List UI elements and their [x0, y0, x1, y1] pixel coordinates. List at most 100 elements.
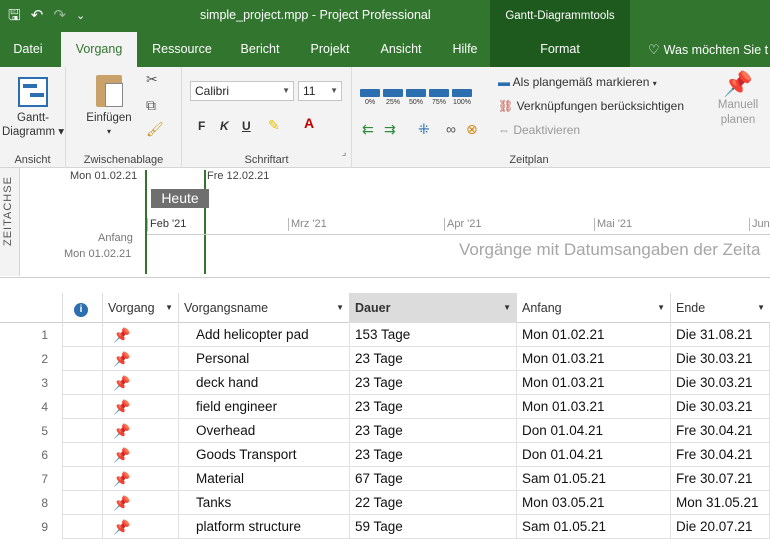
chevron-down-icon[interactable]: ▼ — [657, 293, 665, 323]
row-indicator[interactable] — [63, 443, 103, 467]
pct-0-button[interactable]: 0% — [360, 89, 380, 106]
row-task-name[interactable]: Personal — [179, 347, 350, 371]
row-finish[interactable]: Fre 30.04.21 — [671, 443, 770, 467]
row-task-name[interactable]: deck hand — [179, 371, 350, 395]
row-duration[interactable]: 59 Tage — [350, 515, 517, 539]
pct-100-button[interactable]: 100% — [452, 89, 472, 106]
manual-schedule-button[interactable]: 📌 Manuell planen — [706, 73, 770, 128]
header-finish[interactable]: Ende ▼ — [671, 293, 770, 323]
row-indicator[interactable] — [63, 515, 103, 539]
tab-datei[interactable]: Datei — [4, 32, 52, 67]
table-row[interactable]: 4 📌 field engineer 23 Tage Mon 01.03.21 Die 3… — [0, 395, 770, 419]
row-number[interactable]: 1 — [0, 323, 63, 347]
customize-qat-icon[interactable]: ⌄ — [76, 6, 85, 26]
header-row-number[interactable] — [0, 293, 63, 323]
chevron-down-icon[interactable]: ▼ — [503, 293, 511, 323]
row-task-mode[interactable]: 📌 — [103, 443, 179, 467]
row-duration[interactable]: 23 Tage — [350, 347, 517, 371]
tab-hilfe[interactable]: Hilfe — [440, 32, 490, 67]
table-row[interactable]: 8 📌 Tanks 22 Tage Mon 03.05.21 Mon 31.05.21 — [0, 491, 770, 515]
row-task-name[interactable]: platform structure — [179, 515, 350, 539]
row-duration[interactable]: 153 Tage — [350, 323, 517, 347]
row-finish[interactable]: Die 30.03.21 — [671, 347, 770, 371]
row-number[interactable]: 4 — [0, 395, 63, 419]
row-indicator[interactable] — [63, 371, 103, 395]
header-duration[interactable]: Dauer ▼ — [350, 293, 517, 323]
font-size-select[interactable]: 11 ▼ — [298, 81, 342, 101]
row-finish[interactable]: Mon 31.05.21 — [671, 491, 770, 515]
timeline-pane[interactable]: ZEITACHSE Mon 01.02.21 Fre 12.02.21 Heut… — [0, 168, 770, 278]
chevron-down-icon[interactable]: ▼ — [757, 293, 765, 323]
format-painter-icon[interactable]: 🖌 — [146, 121, 164, 138]
tab-ansicht[interactable]: Ansicht — [368, 32, 434, 67]
tab-format[interactable]: Format — [490, 32, 630, 67]
row-task-name[interactable]: Goods Transport — [179, 443, 350, 467]
row-task-name[interactable]: Overhead — [179, 419, 350, 443]
respect-links-button[interactable]: ⛓ Verknüpfungen berücksichtigen — [498, 99, 684, 113]
row-duration[interactable]: 23 Tage — [350, 371, 517, 395]
table-row[interactable]: 5 📌 Overhead 23 Tage Don 01.04.21 Fre 30.04.2… — [0, 419, 770, 443]
row-number[interactable]: 9 — [0, 515, 63, 539]
row-start[interactable]: Sam 01.05.21 — [517, 515, 671, 539]
row-number[interactable]: 7 — [0, 467, 63, 491]
pct-50-button[interactable]: 50% — [406, 89, 426, 106]
row-number[interactable]: 8 — [0, 491, 63, 515]
row-start[interactable]: Mon 01.03.21 — [517, 371, 671, 395]
row-start[interactable]: Don 01.04.21 — [517, 419, 671, 443]
table-row[interactable]: 9 📌 platform structure 59 Tage Sam 01.05.21 D… — [0, 515, 770, 539]
indent-icon[interactable]: ⇉ — [384, 121, 396, 138]
row-task-mode[interactable]: 📌 — [103, 467, 179, 491]
tab-projekt[interactable]: Projekt — [300, 32, 360, 67]
row-task-mode[interactable]: 📌 — [103, 491, 179, 515]
table-row[interactable]: 7 📌 Material 67 Tage Sam 01.05.21 Fre 30.07.2… — [0, 467, 770, 491]
header-start[interactable]: Anfang ▼ — [517, 293, 671, 323]
table-row[interactable]: 1 📌 Add helicopter pad 153 Tage Mon 01.02.21… — [0, 323, 770, 347]
row-indicator[interactable] — [63, 419, 103, 443]
row-number[interactable]: 5 — [0, 419, 63, 443]
copy-icon[interactable]: ⧉ — [146, 97, 156, 114]
row-task-mode[interactable]: 📌 — [103, 371, 179, 395]
header-task-mode[interactable]: Vorgang ▼ — [103, 293, 179, 323]
row-indicator[interactable] — [63, 323, 103, 347]
row-finish[interactable]: Die 31.08.21 — [671, 323, 770, 347]
paste-button[interactable]: Einfügen ▾ — [82, 75, 136, 139]
row-task-mode[interactable]: 📌 — [103, 419, 179, 443]
table-row[interactable]: 3 📌 deck hand 23 Tage Mon 01.03.21 Die 30.03.… — [0, 371, 770, 395]
italic-button[interactable]: K — [220, 119, 229, 133]
split-task-icon[interactable]: ⁜ — [418, 121, 430, 138]
unlink-tasks-icon[interactable]: ⊗ — [466, 121, 478, 138]
row-task-name[interactable]: field engineer — [179, 395, 350, 419]
tab-ressource[interactable]: Ressource — [144, 32, 220, 67]
row-task-mode[interactable]: 📌 — [103, 395, 179, 419]
undo-icon[interactable]: ↶ — [31, 6, 44, 26]
pct-25-button[interactable]: 25% — [383, 89, 403, 106]
link-tasks-icon[interactable]: ∞ — [446, 121, 456, 137]
chevron-down-icon[interactable]: ▼ — [336, 293, 344, 323]
highlight-color-icon[interactable]: ✎ — [268, 117, 280, 134]
bold-button[interactable]: F — [198, 119, 205, 133]
row-start[interactable]: Don 01.04.21 — [517, 443, 671, 467]
header-task-name[interactable]: Vorgangsname ▼ — [179, 293, 350, 323]
row-indicator[interactable] — [63, 395, 103, 419]
row-start[interactable]: Mon 03.05.21 — [517, 491, 671, 515]
font-color-icon[interactable]: A — [304, 115, 314, 131]
table-row[interactable]: 6 📌 Goods Transport 23 Tage Don 01.04.21 Fre … — [0, 443, 770, 467]
table-row[interactable]: 2 📌 Personal 23 Tage Mon 01.03.21 Die 30.03.2… — [0, 347, 770, 371]
row-duration[interactable]: 23 Tage — [350, 419, 517, 443]
row-finish[interactable]: Die 30.03.21 — [671, 371, 770, 395]
gantt-chart-button[interactable]: Gantt- Diagramm ▾ — [2, 77, 64, 139]
row-duration[interactable]: 22 Tage — [350, 491, 517, 515]
row-start[interactable]: Mon 01.03.21 — [517, 395, 671, 419]
tell-me-search[interactable]: ♡ Was möchten Sie t — [648, 32, 768, 67]
row-task-mode[interactable]: 📌 — [103, 515, 179, 539]
row-task-name[interactable]: Add helicopter pad — [179, 323, 350, 347]
header-indicators[interactable]: i — [63, 293, 103, 323]
row-start[interactable]: Sam 01.05.21 — [517, 467, 671, 491]
row-start[interactable]: Mon 01.03.21 — [517, 347, 671, 371]
row-number[interactable]: 6 — [0, 443, 63, 467]
row-task-name[interactable]: Material — [179, 467, 350, 491]
row-duration[interactable]: 23 Tage — [350, 443, 517, 467]
row-task-name[interactable]: Tanks — [179, 491, 350, 515]
row-finish[interactable]: Die 30.03.21 — [671, 395, 770, 419]
row-finish[interactable]: Fre 30.04.21 — [671, 419, 770, 443]
